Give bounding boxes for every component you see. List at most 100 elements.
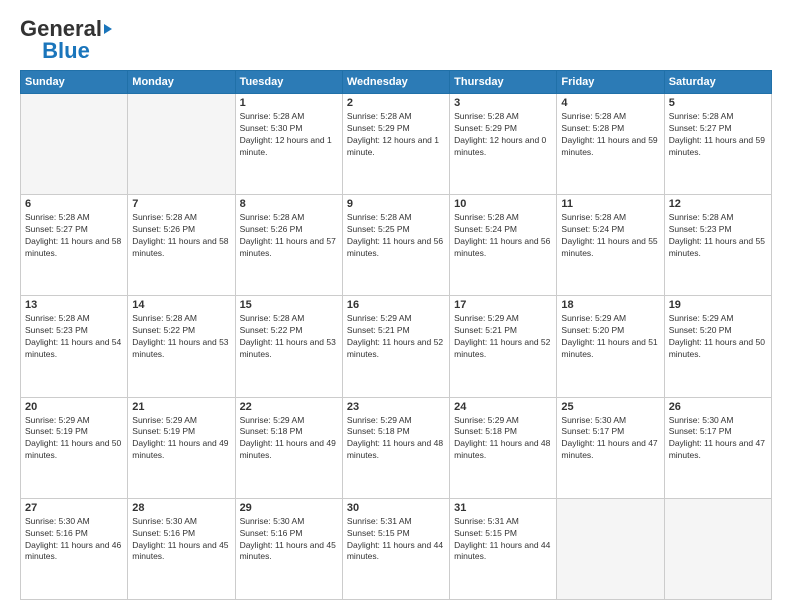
cell-info: Sunrise: 5:30 AMSunset: 5:17 PMDaylight:… bbox=[669, 415, 767, 463]
cell-info: Sunrise: 5:28 AMSunset: 5:25 PMDaylight:… bbox=[347, 212, 445, 260]
day-number: 25 bbox=[561, 401, 659, 413]
col-header-sunday: Sunday bbox=[21, 71, 128, 94]
day-number: 8 bbox=[240, 198, 338, 210]
day-number: 28 bbox=[132, 502, 230, 514]
cell-info: Sunrise: 5:29 AMSunset: 5:19 PMDaylight:… bbox=[132, 415, 230, 463]
calendar-cell: 19Sunrise: 5:29 AMSunset: 5:20 PMDayligh… bbox=[664, 296, 771, 397]
cell-info: Sunrise: 5:30 AMSunset: 5:16 PMDaylight:… bbox=[132, 516, 230, 564]
calendar-cell: 10Sunrise: 5:28 AMSunset: 5:24 PMDayligh… bbox=[450, 195, 557, 296]
calendar-cell: 16 Sunrise: 5:29 AMSunset: 5:21 PMDayligh… bbox=[342, 296, 449, 397]
day-number: 16 bbox=[347, 299, 445, 311]
day-number: 23 bbox=[347, 401, 445, 413]
week-row-4: 20 Sunrise: 5:29 AMSunset: 5:19 PMDayligh… bbox=[21, 397, 772, 498]
week-row-5: 27 Sunrise: 5:30 AMSunset: 5:16 PMDayligh… bbox=[21, 498, 772, 599]
calendar-cell: 3 Sunrise: 5:28 AMSunset: 5:29 PMDaylight… bbox=[450, 94, 557, 195]
day-number: 14 bbox=[132, 299, 230, 311]
calendar-cell: 12 Sunrise: 5:28 AMSunset: 5:23 PMDayligh… bbox=[664, 195, 771, 296]
calendar-cell: 24 Sunrise: 5:29 AMSunset: 5:18 PMDayligh… bbox=[450, 397, 557, 498]
day-number: 1 bbox=[240, 97, 338, 109]
calendar-header-row: SundayMondayTuesdayWednesdayThursdayFrid… bbox=[21, 71, 772, 94]
cell-info: Sunrise: 5:28 AMSunset: 5:22 PMDaylight:… bbox=[240, 313, 338, 361]
calendar-cell: 11 Sunrise: 5:28 AMSunset: 5:24 PMDayligh… bbox=[557, 195, 664, 296]
cell-info: Sunrise: 5:28 AMSunset: 5:30 PMDaylight:… bbox=[240, 111, 338, 159]
calendar-cell bbox=[557, 498, 664, 599]
calendar-cell: 23 Sunrise: 5:29 AMSunset: 5:18 PMDayligh… bbox=[342, 397, 449, 498]
calendar-cell: 15 Sunrise: 5:28 AMSunset: 5:22 PMDayligh… bbox=[235, 296, 342, 397]
day-number: 9 bbox=[347, 198, 445, 210]
cell-info: Sunrise: 5:29 AMSunset: 5:21 PMDaylight:… bbox=[454, 313, 552, 361]
col-header-friday: Friday bbox=[557, 71, 664, 94]
day-number: 19 bbox=[669, 299, 767, 311]
calendar-cell bbox=[21, 94, 128, 195]
cell-info: Sunrise: 5:28 AMSunset: 5:26 PMDaylight:… bbox=[240, 212, 338, 260]
day-number: 17 bbox=[454, 299, 552, 311]
cell-info: Sunrise: 5:31 AMSunset: 5:15 PMDaylight:… bbox=[347, 516, 445, 564]
cell-info: Sunrise: 5:29 AMSunset: 5:18 PMDaylight:… bbox=[454, 415, 552, 463]
calendar-cell: 8 Sunrise: 5:28 AMSunset: 5:26 PMDaylight… bbox=[235, 195, 342, 296]
day-number: 24 bbox=[454, 401, 552, 413]
calendar-cell: 26 Sunrise: 5:30 AMSunset: 5:17 PMDayligh… bbox=[664, 397, 771, 498]
cell-info: Sunrise: 5:28 AMSunset: 5:24 PMDaylight:… bbox=[454, 212, 552, 260]
week-row-2: 6 Sunrise: 5:28 AMSunset: 5:27 PMDaylight… bbox=[21, 195, 772, 296]
day-number: 3 bbox=[454, 97, 552, 109]
cell-info: Sunrise: 5:28 AMSunset: 5:24 PMDaylight:… bbox=[561, 212, 659, 260]
cell-info: Sunrise: 5:28 AMSunset: 5:23 PMDaylight:… bbox=[25, 313, 123, 361]
calendar-cell: 18 Sunrise: 5:29 AMSunset: 5:20 PMDayligh… bbox=[557, 296, 664, 397]
calendar-cell: 17 Sunrise: 5:29 AMSunset: 5:21 PMDayligh… bbox=[450, 296, 557, 397]
day-number: 29 bbox=[240, 502, 338, 514]
cell-info: Sunrise: 5:28 AMSunset: 5:27 PMDaylight:… bbox=[25, 212, 123, 260]
calendar-cell: 22Sunrise: 5:29 AMSunset: 5:18 PMDayligh… bbox=[235, 397, 342, 498]
cell-info: Sunrise: 5:28 AMSunset: 5:29 PMDaylight:… bbox=[347, 111, 445, 159]
calendar-cell: 5Sunrise: 5:28 AMSunset: 5:27 PMDaylight… bbox=[664, 94, 771, 195]
day-number: 4 bbox=[561, 97, 659, 109]
day-number: 15 bbox=[240, 299, 338, 311]
day-number: 2 bbox=[347, 97, 445, 109]
col-header-saturday: Saturday bbox=[664, 71, 771, 94]
col-header-wednesday: Wednesday bbox=[342, 71, 449, 94]
calendar-cell: 29 Sunrise: 5:30 AMSunset: 5:16 PMDayligh… bbox=[235, 498, 342, 599]
cell-info: Sunrise: 5:29 AMSunset: 5:18 PMDaylight:… bbox=[240, 415, 338, 463]
col-header-monday: Monday bbox=[128, 71, 235, 94]
cell-info: Sunrise: 5:30 AMSunset: 5:17 PMDaylight:… bbox=[561, 415, 659, 463]
cell-info: Sunrise: 5:28 AMSunset: 5:28 PMDaylight:… bbox=[561, 111, 659, 159]
day-number: 11 bbox=[561, 198, 659, 210]
week-row-3: 13 Sunrise: 5:28 AMSunset: 5:23 PMDayligh… bbox=[21, 296, 772, 397]
cell-info: Sunrise: 5:29 AMSunset: 5:20 PMDaylight:… bbox=[561, 313, 659, 361]
calendar-cell: 4 Sunrise: 5:28 AMSunset: 5:28 PMDaylight… bbox=[557, 94, 664, 195]
calendar-cell: 2 Sunrise: 5:28 AMSunset: 5:29 PMDaylight… bbox=[342, 94, 449, 195]
day-number: 12 bbox=[669, 198, 767, 210]
calendar-cell: 30 Sunrise: 5:31 AMSunset: 5:15 PMDayligh… bbox=[342, 498, 449, 599]
cell-info: Sunrise: 5:30 AMSunset: 5:16 PMDaylight:… bbox=[25, 516, 123, 564]
calendar-cell bbox=[128, 94, 235, 195]
day-number: 7 bbox=[132, 198, 230, 210]
day-number: 27 bbox=[25, 502, 123, 514]
calendar-cell: 21Sunrise: 5:29 AMSunset: 5:19 PMDayligh… bbox=[128, 397, 235, 498]
col-header-thursday: Thursday bbox=[450, 71, 557, 94]
day-number: 13 bbox=[25, 299, 123, 311]
day-number: 5 bbox=[669, 97, 767, 109]
day-number: 26 bbox=[669, 401, 767, 413]
logo-text-blue: Blue bbox=[42, 40, 90, 62]
cell-info: Sunrise: 5:29 AMSunset: 5:18 PMDaylight:… bbox=[347, 415, 445, 463]
logo-flag-icon bbox=[104, 24, 112, 34]
day-number: 30 bbox=[347, 502, 445, 514]
day-number: 31 bbox=[454, 502, 552, 514]
cell-info: Sunrise: 5:29 AMSunset: 5:19 PMDaylight:… bbox=[25, 415, 123, 463]
calendar-cell bbox=[664, 498, 771, 599]
day-number: 6 bbox=[25, 198, 123, 210]
day-number: 18 bbox=[561, 299, 659, 311]
cell-info: Sunrise: 5:28 AMSunset: 5:26 PMDaylight:… bbox=[132, 212, 230, 260]
col-header-tuesday: Tuesday bbox=[235, 71, 342, 94]
cell-info: Sunrise: 5:28 AMSunset: 5:23 PMDaylight:… bbox=[669, 212, 767, 260]
day-number: 20 bbox=[25, 401, 123, 413]
calendar-cell: 28 Sunrise: 5:30 AMSunset: 5:16 PMDayligh… bbox=[128, 498, 235, 599]
calendar-cell: 1 Sunrise: 5:28 AMSunset: 5:30 PMDaylight… bbox=[235, 94, 342, 195]
week-row-1: 1 Sunrise: 5:28 AMSunset: 5:30 PMDaylight… bbox=[21, 94, 772, 195]
cell-info: Sunrise: 5:30 AMSunset: 5:16 PMDaylight:… bbox=[240, 516, 338, 564]
calendar-cell: 13 Sunrise: 5:28 AMSunset: 5:23 PMDayligh… bbox=[21, 296, 128, 397]
calendar-cell: 31Sunrise: 5:31 AMSunset: 5:15 PMDayligh… bbox=[450, 498, 557, 599]
cell-info: Sunrise: 5:28 AMSunset: 5:22 PMDaylight:… bbox=[132, 313, 230, 361]
logo: General Blue bbox=[20, 18, 112, 62]
cell-info: Sunrise: 5:28 AMSunset: 5:29 PMDaylight:… bbox=[454, 111, 552, 159]
cell-info: Sunrise: 5:29 AMSunset: 5:21 PMDaylight:… bbox=[347, 313, 445, 361]
